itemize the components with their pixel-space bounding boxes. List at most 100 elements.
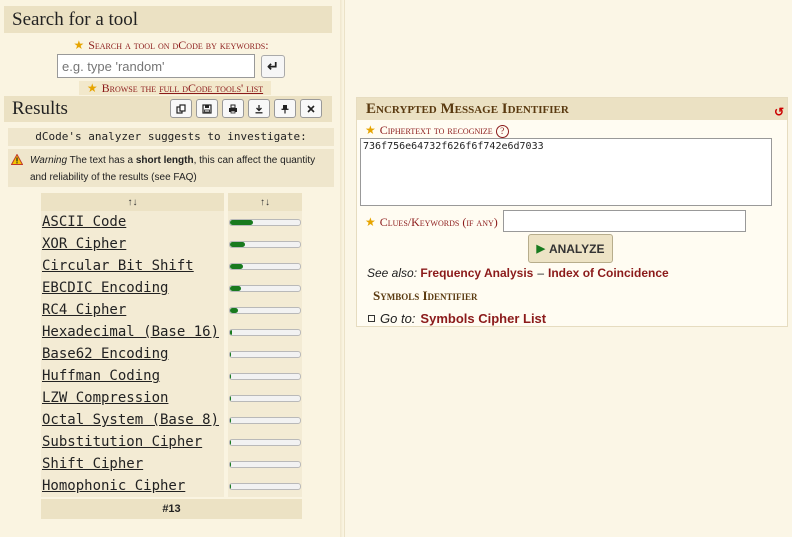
left-column: Search for a tool ★ Search a tool on dCod… [0, 0, 343, 537]
pin-button[interactable] [274, 99, 296, 118]
score-cell [228, 475, 302, 497]
table-row: LZW Compression [41, 387, 302, 409]
table-row: Homophonic Cipher [41, 475, 302, 497]
download-button[interactable] [248, 99, 270, 118]
search-submit-button[interactable]: ↵ [261, 55, 285, 78]
play-icon: ▶ [536, 243, 545, 255]
analyze-button[interactable]: ▶ ANALYZE [528, 234, 613, 263]
sort-by-score-header[interactable]: ↑↓ [228, 193, 302, 211]
goto-line: Go to: Symbols Cipher List [368, 311, 546, 326]
score-cell [228, 343, 302, 365]
bullet-icon [368, 315, 375, 322]
score-cell [228, 387, 302, 409]
table-row: Octal System (Base 8) [41, 409, 302, 431]
search-panel-title: Search for a tool [4, 6, 332, 33]
save-button[interactable] [196, 99, 218, 118]
see-also-links: See also: Frequency Analysis – Index of Co… [367, 266, 669, 280]
results-rows: ASCII Code XOR Cipher Circular Bit Shift EB… [41, 211, 302, 497]
score-bar-fill [230, 417, 232, 423]
result-name-link[interactable]: Homophonic Cipher [41, 475, 224, 497]
result-name-link[interactable]: Circular Bit Shift [41, 255, 224, 277]
score-bar [229, 240, 301, 248]
results-toolbar [170, 99, 322, 118]
symbols-cipher-list-link[interactable]: Symbols Cipher List [420, 311, 546, 326]
score-bar-fill [230, 395, 232, 401]
close-results-button[interactable] [300, 99, 322, 118]
tool-search-input[interactable] [57, 54, 255, 78]
score-cell [228, 277, 302, 299]
score-bar [229, 482, 301, 490]
result-name-link[interactable]: Octal System (Base 8) [41, 409, 224, 431]
results-table: ↑↓ ↑↓ ASCII Code XOR Cipher Circular Bit S… [41, 193, 302, 519]
result-name-link[interactable]: EBCDIC Encoding [41, 277, 224, 299]
score-cell [228, 211, 302, 233]
enter-icon: ↵ [267, 58, 279, 74]
result-name-link[interactable]: LZW Compression [41, 387, 224, 409]
score-bar-fill [230, 351, 232, 357]
score-bar [229, 350, 301, 358]
score-bar-fill [230, 219, 254, 225]
score-bar-fill [230, 285, 241, 291]
score-bar [229, 284, 301, 292]
table-row: Huffman Coding [41, 365, 302, 387]
short-length-warning: Warning The text has a short length, thi… [8, 149, 334, 187]
table-row: Hexadecimal (Base 16) [41, 321, 302, 343]
result-name-link[interactable]: Huffman Coding [41, 365, 224, 387]
score-bar-fill [230, 241, 246, 247]
score-cell [228, 233, 302, 255]
symbols-identifier-link[interactable]: Symbols Identifier [373, 288, 478, 304]
table-row: XOR Cipher [41, 233, 302, 255]
result-name-link[interactable]: ASCII Code [41, 211, 224, 233]
clues-input[interactable] [503, 210, 746, 232]
sort-by-name-header[interactable]: ↑↓ [41, 193, 224, 211]
score-cell [228, 453, 302, 475]
score-bar-fill [230, 461, 232, 467]
score-bar [229, 460, 301, 468]
score-bar [229, 218, 301, 226]
score-bar-fill [230, 307, 239, 313]
table-row: Circular Bit Shift [41, 255, 302, 277]
score-bar [229, 416, 301, 424]
table-row: ASCII Code [41, 211, 302, 233]
result-name-link[interactable]: XOR Cipher [41, 233, 224, 255]
result-name-link[interactable]: Base62 Encoding [41, 343, 224, 365]
score-bar [229, 372, 301, 380]
index-of-coincidence-link[interactable]: Index of Coincidence [548, 266, 669, 280]
score-cell [228, 431, 302, 453]
close-icon [307, 104, 315, 113]
score-bar [229, 394, 301, 402]
table-row: EBCDIC Encoding [41, 277, 302, 299]
star-icon: ★ [86, 81, 98, 95]
results-count: #13 [41, 499, 302, 519]
reset-icon[interactable]: ↺ [774, 101, 784, 123]
score-bar [229, 328, 301, 336]
score-cell [228, 321, 302, 343]
score-bar-fill [230, 329, 233, 335]
full-tools-list-link[interactable]: full dCode tools' list [159, 81, 263, 95]
copy-button[interactable] [170, 99, 192, 118]
result-name-link[interactable]: Hexadecimal (Base 16) [41, 321, 224, 343]
score-cell [228, 255, 302, 277]
result-name-link[interactable]: RC4 Cipher [41, 299, 224, 321]
clues-label: ★ Clues/Keywords (if any) [365, 215, 498, 229]
warning-icon [11, 154, 23, 165]
score-bar-fill [230, 483, 232, 489]
ciphertext-textarea[interactable]: 736f756e64732f626f6f742e6d7033 [360, 138, 772, 206]
table-row: Base62 Encoding [41, 343, 302, 365]
ciphertext-label: ★ Ciphertext to recognize? [365, 123, 509, 138]
analyzer-suggestion: dCode's analyzer suggests to investigate… [8, 128, 334, 146]
score-bar-fill [230, 373, 232, 379]
star-icon: ★ [73, 38, 85, 52]
identifier-panel: Encrypted Message Identifier ↺ ★ Cipherte… [356, 97, 788, 327]
print-button[interactable] [222, 99, 244, 118]
table-header: ↑↓ ↑↓ [41, 193, 302, 211]
result-name-link[interactable]: Shift Cipher [41, 453, 224, 475]
result-name-link[interactable]: Substitution Cipher [41, 431, 224, 453]
pin-icon [281, 104, 289, 113]
frequency-analysis-link[interactable]: Frequency Analysis [420, 266, 533, 280]
download-icon [255, 104, 263, 113]
help-icon[interactable]: ? [495, 125, 509, 138]
score-bar [229, 262, 301, 270]
save-icon [202, 103, 212, 114]
table-row: Shift Cipher [41, 453, 302, 475]
